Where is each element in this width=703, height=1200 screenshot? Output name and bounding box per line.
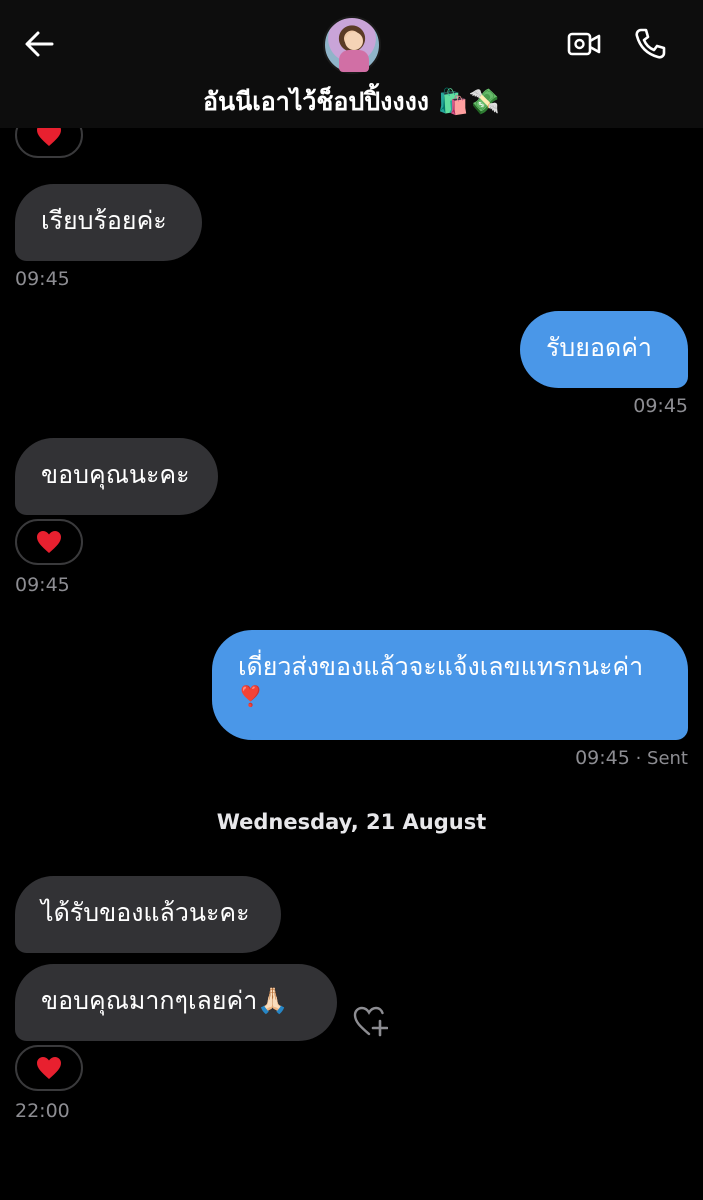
message-bubble-incoming[interactable]: ขอบคุณมากๆเลยค่า🙏🏻	[15, 964, 337, 1041]
avatar-body	[339, 50, 369, 72]
phone-icon[interactable]	[632, 26, 668, 62]
date-separator: Wednesday, 21 August	[216, 810, 487, 834]
message-bubble-outgoing[interactable]: รับยอดค่า	[520, 311, 688, 388]
add-reaction-icon[interactable]	[352, 1004, 388, 1038]
message-text: เรียบร้อยค่ะ	[41, 206, 167, 235]
message-text: ขอบคุณมากๆเลยค่า🙏🏻	[41, 986, 289, 1015]
video-camera-icon[interactable]	[566, 28, 602, 60]
message-timestamp-status: 09:45 · Sent	[575, 747, 688, 769]
chat-header: อันนีเอาไว้ช็อปปิ้งงงง 🛍️💸	[0, 0, 703, 128]
message-timestamp: 09:45	[575, 747, 630, 769]
message-bubble-incoming[interactable]: เรียบร้อยค่ะ	[15, 184, 202, 261]
reaction-heart[interactable]	[15, 1045, 83, 1091]
reaction-heart[interactable]	[15, 519, 83, 565]
avatar[interactable]	[323, 16, 381, 74]
avatar-face	[345, 32, 363, 50]
message-bubble-outgoing[interactable]: เดี่ยวส่งของแล้วจะแจ้งเลขแทรกนะค่า ❣️	[212, 630, 688, 740]
message-timestamp: 09:45	[633, 395, 688, 417]
heart-icon	[37, 1057, 61, 1079]
message-text: รับยอดค่า	[546, 333, 652, 362]
message-bubble-incoming[interactable]: ได้รับของแล้วนะคะ	[15, 876, 281, 953]
message-timestamp: 09:45	[15, 268, 70, 290]
message-text-line: เดี่ยวส่งของแล้วจะแจ้งเลขแทรกนะค่า	[238, 652, 644, 681]
message-text-line: ❣️	[238, 684, 263, 708]
message-text: ได้รับของแล้วนะคะ	[41, 898, 250, 927]
message-bubble-incoming[interactable]: ขอบคุณนะคะ	[15, 438, 218, 515]
message-text: ขอบคุณนะคะ	[41, 460, 190, 489]
back-arrow-icon[interactable]	[22, 26, 58, 62]
message-timestamp: 22:00	[15, 1100, 70, 1122]
message-status: · Sent	[629, 748, 688, 769]
message-timestamp: 09:45	[15, 574, 70, 596]
conversation-title: อันนีเอาไว้ช็อปปิ้งงงง 🛍️💸	[203, 87, 500, 116]
heart-icon	[37, 531, 61, 553]
